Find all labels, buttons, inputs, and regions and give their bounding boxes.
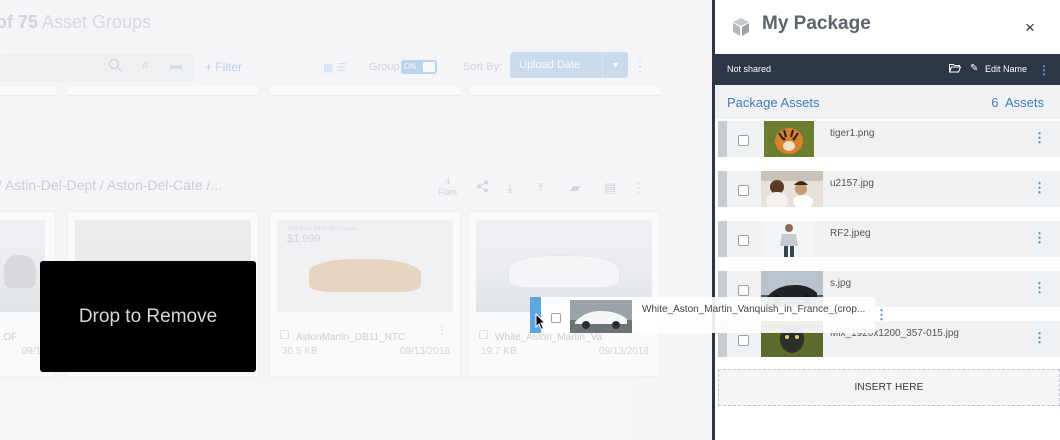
folder-open-icon[interactable] — [948, 63, 962, 76]
asset-menu-icon[interactable]: ⋮ — [1033, 280, 1046, 296]
share-menu-icon[interactable]: ⋮ — [1038, 63, 1050, 77]
panel-header: My Package × — [715, 0, 1060, 54]
asset-filename: RF2.jpeg — [830, 228, 871, 239]
asset-row[interactable]: RF2.jpeg ⋮ — [718, 221, 1060, 257]
dragged-asset-item[interactable]: White_Aston_Martin_Vanquish_in_France_(c… — [530, 297, 888, 333]
asset-menu-icon[interactable]: ⋮ — [1033, 230, 1046, 246]
asset-row[interactable]: u2157.jpg ⋮ — [718, 171, 1060, 207]
asset-row[interactable]: tiger1.png ⋮ — [718, 121, 1060, 157]
share-status: Not shared — [727, 64, 772, 74]
drop-to-remove-zone[interactable]: Drop to Remove — [40, 261, 256, 372]
package-assets-label: Package Assets — [727, 95, 820, 110]
asset-checkbox[interactable] — [738, 335, 749, 346]
close-button[interactable]: × — [1025, 18, 1035, 38]
background-app: of 75 Asset Groups # ▬ + Filter ▦ ☰ Grou… — [0, 0, 712, 440]
package-icon — [730, 16, 752, 38]
assets-count: 6 Assets — [991, 95, 1044, 110]
asset-filename: u2157.jpg — [830, 178, 874, 189]
asset-checkbox[interactable] — [738, 235, 749, 246]
insert-here-label: INSERT HERE — [854, 382, 924, 393]
asset-checkbox[interactable] — [738, 135, 749, 146]
share-bar: Not shared ✎ Edit Name ⋮ — [715, 54, 1060, 85]
insert-here-dropzone[interactable]: INSERT HERE — [718, 369, 1060, 406]
dragged-asset-checkbox[interactable] — [551, 313, 561, 323]
dragged-asset-thumbnail — [570, 300, 632, 333]
asset-menu-icon[interactable]: ⋮ — [1033, 130, 1046, 146]
drop-zone-label: Drop to Remove — [78, 305, 218, 327]
drag-handle[interactable] — [718, 121, 727, 157]
asset-filename: s.jpg — [830, 278, 852, 289]
dim-overlay — [0, 0, 712, 440]
dragged-asset-filename: White_Aston_Martin_Vanquish_in_France_(c… — [642, 304, 866, 315]
asset-checkbox[interactable] — [738, 185, 749, 196]
drag-handle[interactable] — [718, 221, 727, 257]
asset-filename: tiger1.png — [830, 128, 875, 139]
package-panel: My Package × Not shared ✎ Edit Name ⋮ Pa… — [712, 0, 1060, 440]
pencil-icon[interactable]: ✎ — [970, 63, 978, 74]
asset-menu-icon[interactable]: ⋮ — [1033, 330, 1046, 346]
asset-thumbnail — [764, 121, 814, 157]
asset-thumbnail — [761, 171, 823, 207]
asset-thumbnail — [764, 221, 814, 257]
asset-menu-icon[interactable]: ⋮ — [1033, 180, 1046, 196]
edit-name-button[interactable]: Edit Name — [985, 64, 1027, 74]
panel-title: My Package — [762, 13, 871, 34]
dragged-asset-menu-icon[interactable]: ⋮ — [875, 307, 888, 323]
package-assets-header: Package Assets 6 Assets — [715, 85, 1060, 119]
drag-handle[interactable] — [718, 171, 727, 207]
asset-checkbox[interactable] — [738, 285, 749, 296]
mouse-pointer-icon — [535, 312, 547, 331]
